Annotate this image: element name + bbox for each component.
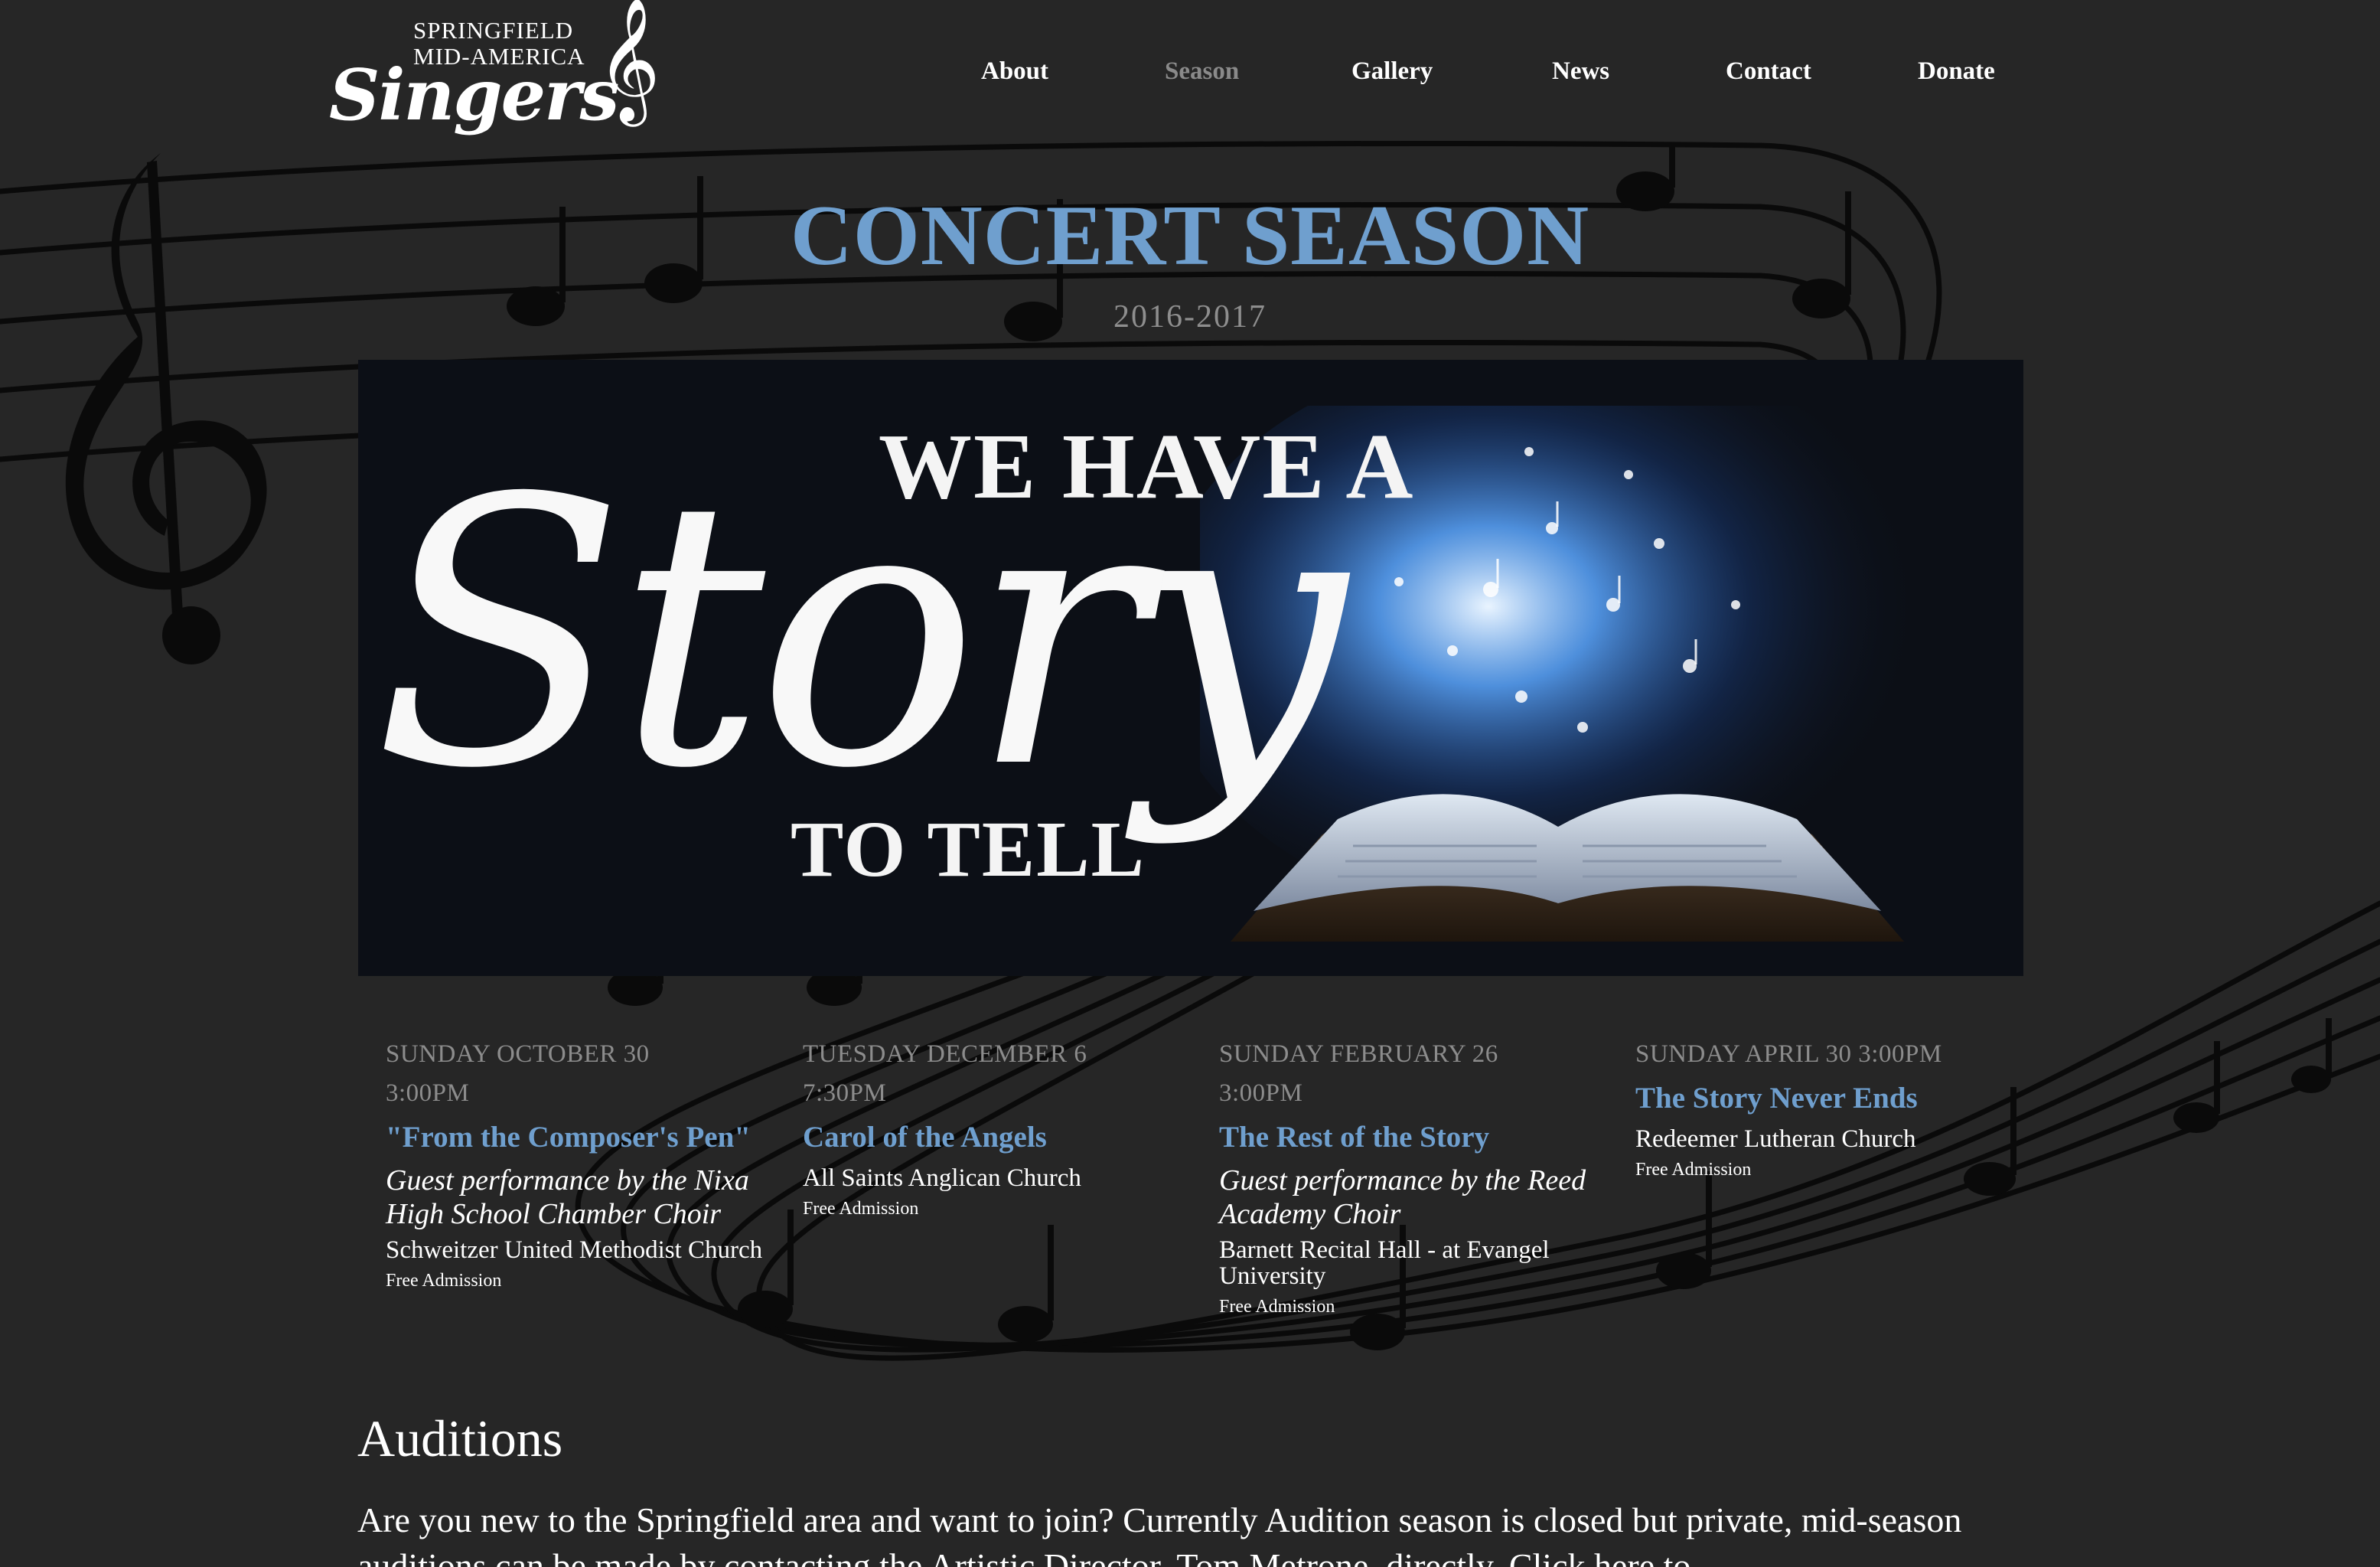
event-guest: Guest performance by the Reed Academy Ch… [1219, 1164, 1586, 1230]
event-admission: Free Admission [1219, 1297, 1335, 1317]
nav-donate[interactable]: Donate [1918, 57, 1995, 86]
event-admission: Free Admission [386, 1271, 502, 1291]
banner-headline-bottom: TO TELL [791, 805, 1146, 893]
banner-headline-script: Story [373, 421, 1346, 849]
season-years: 2016-2017 [1113, 299, 1267, 335]
event-title-link[interactable]: "From the Composer's Pen" [386, 1116, 768, 1159]
event-date: SUNDAY FEBRUARY 26 [1219, 1040, 1498, 1068]
treble-clef-icon: 𝄞 [597, 0, 660, 122]
event-title-link[interactable]: The Story Never Ends [1635, 1077, 2033, 1120]
event-item: SUNDAY APRIL 30 3:00PM The Story Never E… [1635, 1035, 2033, 1180]
nav-about[interactable]: About [981, 57, 1048, 86]
nav-season[interactable]: Season [1165, 57, 1239, 86]
season-banner: WE HAVE A Story TO TELL [358, 360, 2023, 976]
event-venue: All Saints Anglican Church [803, 1164, 1081, 1192]
event-time: 7:30PM [803, 1079, 887, 1107]
event-title-link[interactable]: Carol of the Angels [803, 1116, 1185, 1159]
site-logo[interactable]: SPRINGFIELD MID-AMERICA Singers 𝄞 [329, 6, 660, 139]
event-time: 3:00PM [1219, 1079, 1303, 1107]
nav-gallery[interactable]: Gallery [1351, 57, 1433, 86]
event-time: 3:00PM [386, 1079, 470, 1107]
logo-script-singers: Singers [329, 54, 619, 136]
event-guest: Guest performance by the Nixa High Schoo… [386, 1164, 749, 1230]
event-venue: Schweitzer United Methodist Church [386, 1236, 763, 1264]
page-title: CONCERT SEASON [790, 188, 1590, 283]
event-item: SUNDAY OCTOBER 30 3:00PM "From the Compo… [386, 1035, 768, 1291]
event-title-link[interactable]: The Rest of the Story [1219, 1116, 1602, 1159]
event-date: TUESDAY DECEMBER 6 [803, 1040, 1087, 1068]
auditions-heading: Auditions [357, 1409, 563, 1467]
event-venue: Barnett Recital Hall - at Evangel Univer… [1219, 1236, 1550, 1290]
event-admission: Free Admission [803, 1199, 919, 1219]
nav-contact[interactable]: Contact [1726, 57, 1811, 86]
event-item: TUESDAY DECEMBER 6 7:30PM Carol of the A… [803, 1035, 1185, 1219]
logo-line-springfield: SPRINGFIELD [413, 17, 574, 44]
nav-news[interactable]: News [1552, 57, 1609, 86]
auditions-text: Are you new to the Springfield area and … [357, 1500, 1962, 1567]
event-admission: Free Admission [1635, 1160, 1752, 1180]
event-date: SUNDAY OCTOBER 30 [386, 1040, 650, 1068]
page: SPRINGFIELD MID-AMERICA Singers 𝄞 About … [0, 0, 2380, 1567]
event-item: SUNDAY FEBRUARY 26 3:00PM The Rest of th… [1219, 1035, 1602, 1317]
event-date: SUNDAY APRIL 30 3:00PM [1635, 1040, 1942, 1068]
event-venue: Redeemer Lutheran Church [1635, 1125, 1916, 1153]
